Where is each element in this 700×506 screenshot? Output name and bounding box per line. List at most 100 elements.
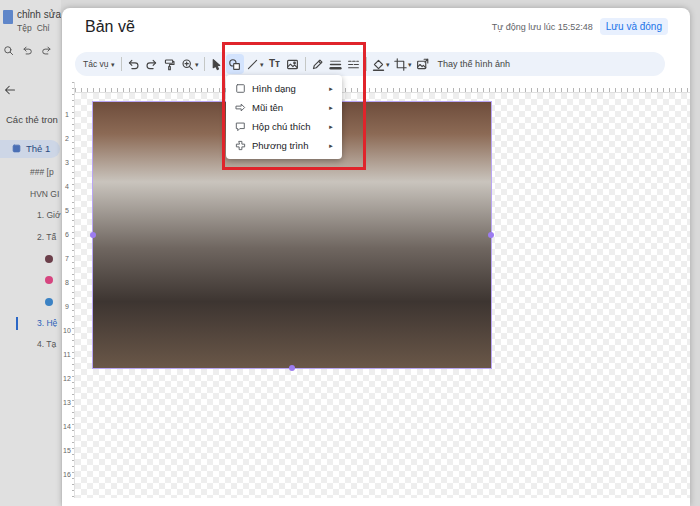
back-arrow-icon[interactable]	[4, 84, 16, 96]
outline-item[interactable]: 3. Hệ	[0, 313, 61, 335]
pen-icon	[311, 58, 324, 71]
dialog-header: Bản vẽ Tự động lưu lúc 15:52:48 Lưu và đón…	[62, 8, 690, 45]
ruler-mark: 14	[62, 415, 72, 439]
undo-tool-button[interactable]	[125, 54, 143, 74]
ruler-mark: 11	[62, 343, 72, 367]
menu-item[interactable]: Hộp chú thích►	[226, 117, 342, 136]
resize-handle[interactable]	[488, 232, 494, 238]
drawing-canvas[interactable]	[75, 93, 690, 498]
submenu-arrow: ►	[328, 142, 334, 150]
select-tool-button[interactable]	[208, 54, 226, 74]
outline-item[interactable]: 2. Tấ	[0, 227, 61, 249]
docs-background: chỉnh sửa Tệp Chỉ Các thẻ tron Thẻ 1 ### [p HV…	[0, 0, 61, 506]
tab-item[interactable]: Thẻ 1	[0, 140, 60, 158]
ruler-label: 9	[65, 303, 69, 311]
outline-bullet-icon	[45, 255, 53, 263]
outline-bullet-icon	[45, 276, 53, 284]
outline-item[interactable]: ### [p	[0, 162, 61, 184]
docs-toolbar	[0, 45, 61, 56]
outline-item[interactable]	[0, 291, 61, 313]
actions-menu-button[interactable]: Tác vụ▾	[80, 54, 118, 74]
ruler-mark: 10	[62, 319, 72, 343]
line-tool-button[interactable]: ▾	[244, 54, 266, 74]
ruler-mark: 15	[62, 439, 72, 463]
menu-item[interactable]: Hình dạng ►	[226, 79, 342, 98]
submenu-arrow: ►	[328, 104, 334, 112]
outline-list: ### [p HVN GI1. Giớ 2. Tấ 3. Hệ4. Tạ	[0, 162, 61, 356]
shape-menu: Hình dạng►Mũi tên►Hộp chú thích►Phương t…	[226, 75, 342, 159]
replace-image-button[interactable]: Thay thế hình ảnh	[438, 58, 511, 70]
outline-label: 2. Tấ	[37, 232, 56, 243]
ruler-mark: 3	[62, 151, 72, 175]
menu-item[interactable]: Mũi tên ►	[226, 98, 342, 117]
redo-icon[interactable]	[41, 45, 52, 56]
ruler-mark: 7	[62, 247, 72, 271]
textbox-tool-button[interactable]: Tт	[266, 54, 284, 74]
equation-icon	[235, 140, 246, 151]
outline-item[interactable]	[0, 248, 61, 270]
paint-tool-button[interactable]	[161, 54, 179, 74]
ruler-mark: 2	[62, 127, 72, 151]
save-close-button[interactable]: Lưu và đóng	[600, 18, 668, 35]
redo-tool-button[interactable]	[143, 54, 161, 74]
dropdown-caret: ▾	[386, 60, 390, 69]
outline-bullet-icon	[45, 298, 53, 306]
outline-item[interactable]: HVN GI	[0, 184, 61, 206]
resize-handle[interactable]	[289, 365, 295, 371]
menu-item[interactable]: Tệp	[17, 23, 32, 33]
ruler-label: 13	[63, 399, 71, 407]
screen: chỉnh sửa Tệp Chỉ Các thẻ tron Thẻ 1 ### [p HV…	[0, 0, 700, 506]
ruler-mark: 5	[62, 199, 72, 223]
shape-icon	[235, 83, 246, 94]
menu-item-label: Mũi tên	[252, 102, 322, 114]
menu-item-label: Hình dạng	[252, 83, 322, 95]
canvas-area: 12345678910111213141516	[62, 82, 690, 498]
crop-tool-button[interactable]: ▾	[392, 54, 414, 74]
fill-tool-button[interactable]: ▾	[370, 54, 392, 74]
ruler-label: 2	[65, 135, 69, 143]
pen-tool-button[interactable]	[309, 54, 327, 74]
weight-tool-button[interactable]	[327, 54, 345, 74]
outline-label: ### [p	[30, 167, 54, 178]
submenu-arrow: ►	[328, 85, 334, 93]
shape-tool-button[interactable]	[226, 54, 244, 74]
dialog-title: Bản vẽ	[85, 17, 135, 37]
menu-item[interactable]: Chỉ	[37, 23, 50, 33]
ruler-label: 1	[65, 111, 69, 119]
select-icon	[210, 58, 223, 71]
submenu-arrow: ►	[328, 123, 334, 131]
dialog-header-actions: Tự động lưu lúc 15:52:48 Lưu và đóng	[492, 18, 668, 35]
ruler-mark: 1	[62, 103, 72, 127]
ruler-label: 10	[63, 327, 71, 335]
ruler-label: 5	[65, 207, 69, 215]
dropdown-caret: ▾	[260, 60, 264, 69]
tabs-heading: Các thẻ tron	[0, 114, 61, 126]
resize-handle[interactable]	[90, 232, 96, 238]
docs-logo-icon[interactable]	[3, 10, 13, 24]
ruler-label: 8	[65, 279, 69, 287]
outline-item[interactable]	[0, 270, 61, 292]
redo-icon	[145, 58, 158, 71]
arrow-icon	[235, 102, 246, 113]
autosave-status: Tự động lưu lúc 15:52:48	[492, 21, 593, 33]
left-ruler-labels: 12345678910111213141516	[62, 82, 72, 498]
zoom-tool-button[interactable]: ▾	[179, 54, 201, 74]
menu-item-label: Phương trình	[252, 140, 322, 152]
tab-icon	[12, 144, 21, 154]
callout-icon	[235, 121, 246, 132]
dash-tool-button[interactable]	[345, 54, 363, 74]
doc-title[interactable]: chỉnh sửa	[17, 9, 61, 21]
ruler-mark: 9	[62, 295, 72, 319]
menu-item[interactable]: Phương trình ►	[226, 136, 342, 155]
undo-icon[interactable]	[22, 45, 33, 56]
undo-icon	[127, 58, 140, 71]
image-tool-button[interactable]	[284, 54, 302, 74]
search-icon[interactable]	[3, 45, 14, 56]
docs-menubar: Tệp Chỉ	[17, 23, 61, 33]
fill-icon	[372, 58, 385, 71]
outline-item[interactable]: 1. Giớ	[0, 205, 61, 227]
top-ruler	[75, 82, 690, 93]
replace-tool-button[interactable]	[414, 54, 432, 74]
outline-item[interactable]: 4. Tạ	[0, 334, 61, 356]
left-ruler: 12345678910111213141516	[62, 82, 75, 498]
